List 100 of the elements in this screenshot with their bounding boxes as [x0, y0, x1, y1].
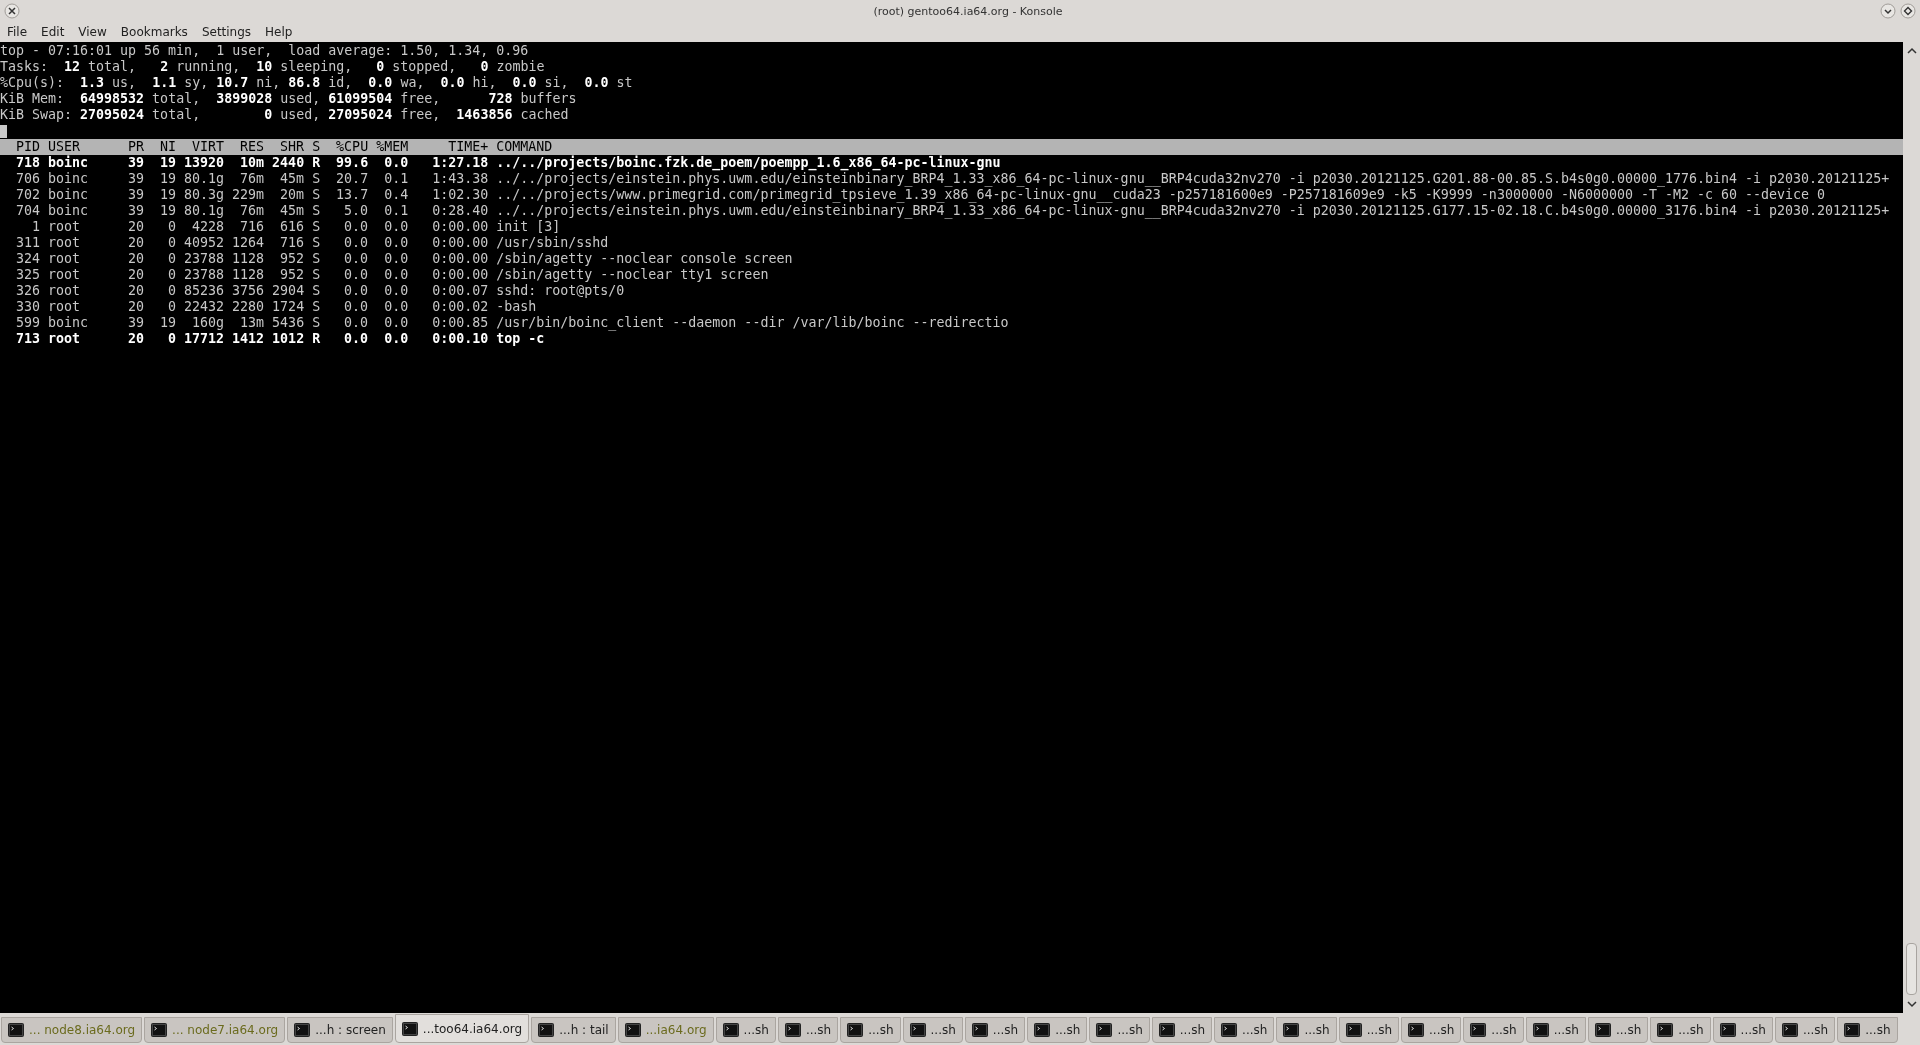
terminal-tab[interactable]: ...sh [1587, 1017, 1649, 1043]
terminal-tab[interactable]: ...sh [1650, 1017, 1711, 1043]
table-cell-text: 0 [167, 267, 177, 283]
terminal-tab[interactable]: ...sh [902, 1017, 963, 1043]
table-cell-text: root [48, 267, 82, 283]
menu-item[interactable]: Settings [194, 25, 259, 39]
table-cell: 40952 [184, 235, 225, 251]
close-icon[interactable] [4, 3, 20, 19]
terminal-tab[interactable]: ...too64.ia64.org [394, 1014, 530, 1043]
table-cell-text: 39 [127, 171, 145, 187]
table-cell-text: 0:00.00 [431, 251, 489, 267]
table-cell: 2280 [232, 299, 265, 315]
menu-item[interactable]: File [0, 25, 35, 39]
table-cell-text: 952 [279, 267, 305, 283]
terminal-tab[interactable]: ...sh [1712, 1017, 1773, 1043]
terminal-icon [909, 1023, 926, 1037]
table-cell-text: 20 [127, 331, 145, 347]
terminal-tab[interactable]: ...h : tail [531, 1017, 616, 1043]
terminal-tab[interactable]: ...sh [1837, 1017, 1898, 1043]
table-cell-text: 0:00.85 [431, 315, 489, 331]
terminal-tab[interactable]: ...h : screen [287, 1017, 393, 1043]
menu-item[interactable]: Help [258, 25, 300, 39]
table-cell-text: 706 [15, 171, 40, 187]
table-cell: 1012 [272, 331, 305, 347]
maximize-icon[interactable] [1900, 3, 1916, 19]
menu-item[interactable]: View [71, 25, 114, 39]
table-cell: -bash [496, 299, 537, 315]
terminal-tab[interactable]: ...sh [1089, 1017, 1150, 1043]
table-cell: S [312, 251, 321, 267]
table-cell: 1264 [232, 235, 265, 251]
terminal-icon [624, 1023, 641, 1037]
scrollbar-thumb[interactable] [1906, 943, 1917, 995]
table-cell-text: 13m [239, 315, 265, 331]
terminal-icon [1158, 1023, 1175, 1037]
table-cell-text: 0.0 [343, 267, 369, 283]
menu-item[interactable]: Bookmarks [113, 25, 195, 39]
terminal-icon [1470, 1023, 1487, 1037]
table-cell-text: root [48, 299, 82, 315]
terminal-tab[interactable]: ...sh [715, 1017, 776, 1043]
table-cell: R [312, 155, 321, 171]
table-cell-text: 20 [127, 267, 145, 283]
terminal-tab[interactable]: ...sh [964, 1017, 1026, 1043]
table-cell-text: 19 [159, 155, 177, 171]
terminal-tab[interactable]: ...sh [1525, 1017, 1586, 1043]
table-cell-text: 0.0 [383, 219, 409, 235]
terminal-icon [538, 1023, 555, 1037]
terminal-tab[interactable]: ...sh [1276, 1017, 1337, 1043]
minimize-icon[interactable] [1880, 3, 1896, 19]
terminal-tab[interactable]: ...sh [1027, 1017, 1088, 1043]
terminal-tab[interactable]: ...sh [777, 1017, 839, 1043]
terminal-icon [1221, 1023, 1238, 1037]
terminal-icon [1532, 1023, 1549, 1037]
table-cell-text: 0.0 [343, 283, 369, 299]
table-cell: top -c [496, 331, 545, 347]
table-cell-text: 0 [167, 283, 177, 299]
table-cell-text: 20.7 [335, 171, 369, 187]
table-cell-text: 0 [167, 235, 177, 251]
table-cell-text: 13.7 [335, 187, 369, 203]
table-cell-text: 160g [191, 315, 225, 331]
table-cell-text: 20 [127, 235, 145, 251]
terminal-tab[interactable]: ...sh [1774, 1017, 1836, 1043]
table-cell: /sbin/agetty --noclear console screen [496, 251, 793, 267]
table-cell-text: 702 [15, 187, 40, 203]
terminal-tab[interactable]: ...sh [1338, 1017, 1399, 1043]
terminal-line: Tasks: 12 total, 2 running, 10 sleeping, 0 stopped, 0 zombie [0, 59, 546, 75]
table-cell-text: 20 [127, 219, 145, 235]
terminal-tab[interactable]: ...sh [1401, 1017, 1462, 1043]
scroll-down-icon[interactable] [1905, 998, 1918, 1010]
terminal-icon [971, 1023, 988, 1037]
table-cell-text: 76m [239, 203, 265, 219]
table-cell-text: 718 [15, 155, 40, 171]
terminal-tab[interactable]: ...sh [840, 1017, 901, 1043]
terminal-tab[interactable]: ...sh [1151, 1017, 1213, 1043]
table-cell-text: 0.0 [383, 283, 409, 299]
menu-item[interactable]: Edit [34, 25, 72, 39]
table-cell-text: 19 [159, 203, 177, 219]
table-cell-text: 0:00.00 [431, 219, 489, 235]
table-cell-text: boinc [48, 203, 90, 219]
terminal-icon [401, 1021, 418, 1036]
terminal-tab[interactable]: ...sh [1463, 1017, 1524, 1043]
terminal-icon [1719, 1023, 1736, 1037]
column-header: SHR [279, 139, 305, 155]
table-cell: S [312, 219, 321, 235]
table-cell-text: 45m [279, 171, 305, 187]
table-cell-text: 0.0 [383, 315, 409, 331]
table-cell: 3756 [232, 283, 265, 299]
table-cell: 5436 [272, 315, 305, 331]
table-cell-text: 0:00.02 [431, 299, 489, 315]
table-cell-text: 0:00.00 [431, 267, 489, 283]
terminal-icon [294, 1023, 311, 1037]
table-cell-text: 325 [15, 267, 40, 283]
terminal-tab[interactable]: ...sh [1214, 1017, 1275, 1043]
table-cell-text: boinc [48, 315, 90, 331]
terminal-icon [1408, 1023, 1424, 1037]
table-cell-text: 0.1 [383, 203, 409, 219]
table-cell-text: 0.0 [343, 315, 369, 331]
table-cell-text: 20 [127, 299, 145, 315]
table-cell: /usr/sbin/sshd [496, 235, 609, 251]
table-cell-text: 0:00.07 [431, 283, 489, 299]
table-cell: 13920 [184, 155, 225, 171]
